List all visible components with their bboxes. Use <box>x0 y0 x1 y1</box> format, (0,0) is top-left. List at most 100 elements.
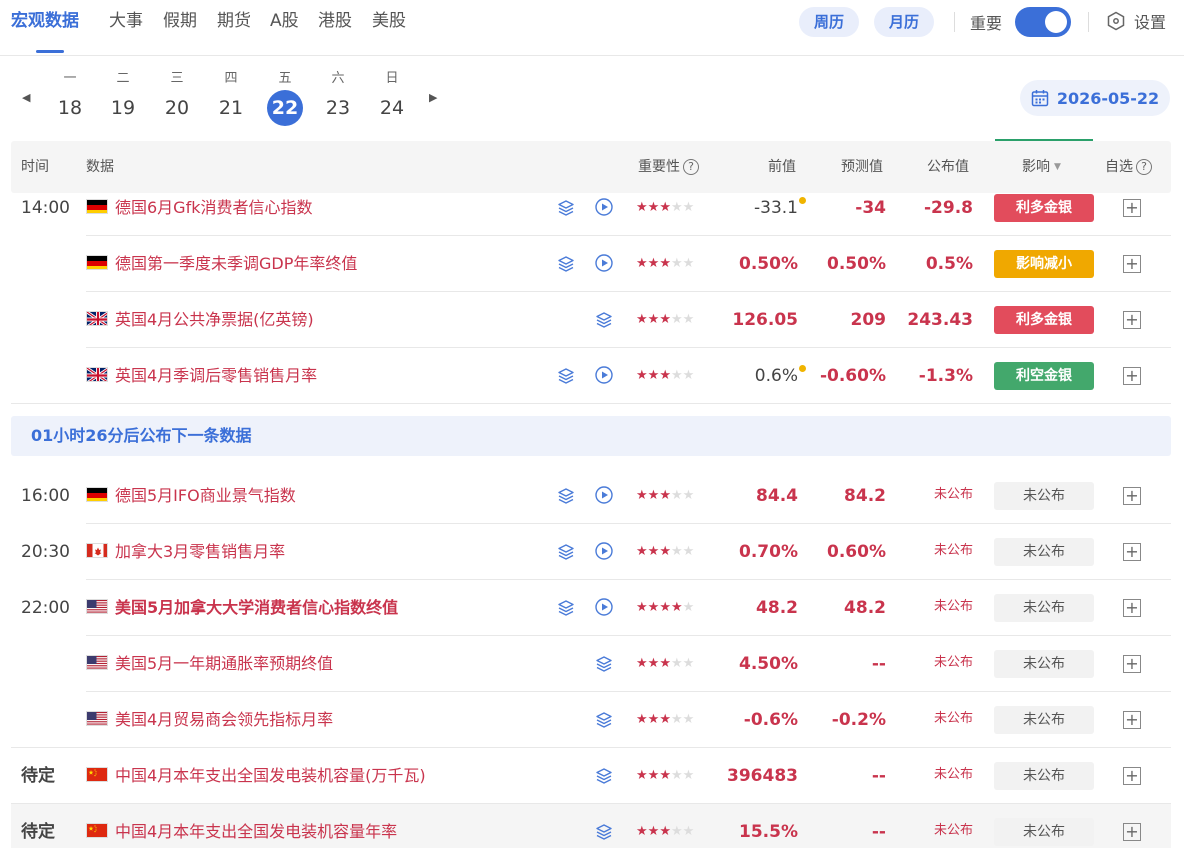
impact-badge: 影响减小 <box>994 250 1094 278</box>
previous-value: 48.2 <box>756 598 798 618</box>
indicator-name-link[interactable]: 美国5月一年期通胀率预期终值 <box>115 636 333 692</box>
play-icon[interactable] <box>594 485 614 505</box>
star-icon: ★ <box>682 712 695 727</box>
day-thu[interactable]: 四 21 <box>211 70 251 126</box>
indicator-name-link[interactable]: 加拿大3月零售销售月率 <box>115 524 285 580</box>
layers-icon[interactable] <box>556 542 576 562</box>
impact-badge: 利空金银 <box>994 362 1094 390</box>
play-icon[interactable] <box>594 253 614 273</box>
divider <box>954 12 955 32</box>
table-row[interactable]: 20:30 加拿大3月零售销售月率 ★★★★★ 0.70% 0.60% 未公布 未公布 + <box>11 524 1171 580</box>
help-icon[interactable]: ? <box>683 159 699 175</box>
indicator-name-link[interactable]: 英国4月季调后零售销售月率 <box>115 348 317 404</box>
importance-stars: ★★★★★ <box>636 348 694 404</box>
table-row[interactable]: 16:00 德国5月IFO商业景气指数 ★★★★★ 84.4 84.2 未公布 未公布 + <box>11 468 1171 524</box>
add-to-watchlist-button[interactable]: + <box>1123 199 1141 217</box>
next-week-arrow-icon[interactable]: ▶ <box>429 91 437 104</box>
indicator-name-link[interactable]: 美国5月加拿大大学消费者信心指数终值 <box>115 580 398 636</box>
layers-icon[interactable] <box>556 598 576 618</box>
add-to-watchlist-button[interactable]: + <box>1123 767 1141 785</box>
tab-macro-data[interactable]: 宏观数据 <box>11 10 79 32</box>
date-picker-button[interactable]: 2026-05-22 <box>1020 80 1170 116</box>
month-calendar-button[interactable]: 月历 <box>874 7 935 37</box>
add-to-watchlist-button[interactable]: + <box>1123 367 1141 385</box>
release-time: 14:00 <box>21 198 70 218</box>
play-icon[interactable] <box>594 541 614 561</box>
star-icon: ★ <box>682 368 695 383</box>
add-to-watchlist-button[interactable]: + <box>1123 543 1141 561</box>
actual-value: 未公布 <box>933 487 973 502</box>
importance-stars: ★★★★★ <box>636 236 694 292</box>
add-to-watchlist-button[interactable]: + <box>1123 255 1141 273</box>
indicator-name-link[interactable]: 美国4月贸易商会领先指标月率 <box>115 692 333 748</box>
release-time: 16:00 <box>21 486 70 506</box>
day-tue[interactable]: 二 19 <box>103 70 143 126</box>
table-row[interactable]: 英国4月公共净票据(亿英镑) ★★★★★ 126.05 209 243.43 利多金银 + <box>11 292 1171 348</box>
table-row[interactable]: 美国5月一年期通胀率预期终值 ★★★★★ 4.50% -- 未公布 未公布 + <box>11 636 1171 692</box>
release-time: 待定 <box>21 766 55 786</box>
add-to-watchlist-button[interactable]: + <box>1123 311 1141 329</box>
day-sat[interactable]: 六 23 <box>318 70 358 126</box>
layers-icon[interactable] <box>556 198 576 218</box>
important-toggle[interactable] <box>1015 7 1071 37</box>
tab-holidays[interactable]: 假期 <box>163 10 197 32</box>
table-row[interactable]: 22:00 美国5月加拿大大学消费者信心指数终值 ★★★★★ 48.2 48.2 未公布未… <box>11 580 1171 636</box>
add-to-watchlist-button[interactable]: + <box>1123 599 1141 617</box>
layers-icon[interactable] <box>594 822 614 842</box>
forecast-value: -34 <box>855 198 886 218</box>
star-icon: ★ <box>670 544 683 559</box>
star-icon: ★ <box>659 544 671 559</box>
layers-icon[interactable] <box>594 766 614 786</box>
layers-icon[interactable] <box>594 710 614 730</box>
indicator-name-link[interactable]: 德国6月Gfk消费者信心指数 <box>115 180 312 236</box>
indicator-name-link[interactable]: 中国4月本年支出全国发电装机容量(万千瓦) <box>115 748 426 804</box>
indicator-name-link[interactable]: 英国4月公共净票据(亿英镑) <box>115 292 314 348</box>
day-wed[interactable]: 三 20 <box>157 70 197 126</box>
tab-events[interactable]: 大事 <box>109 10 143 32</box>
layers-icon[interactable] <box>556 254 576 274</box>
layers-icon[interactable] <box>556 366 576 386</box>
layers-icon[interactable] <box>594 654 614 674</box>
day-sun[interactable]: 日 24 <box>372 70 412 126</box>
play-icon[interactable] <box>594 365 614 385</box>
layers-icon[interactable] <box>594 310 614 330</box>
table-row[interactable]: 14:00 德国6月Gfk消费者信心指数 ★★★★★ -33.1 -34 -29.8 利多金… <box>11 180 1171 236</box>
add-to-watchlist-button[interactable]: + <box>1123 823 1141 841</box>
previous-value: -0.6% <box>743 710 798 730</box>
week-calendar-button[interactable]: 周历 <box>799 7 860 37</box>
day-fri-selected[interactable]: 五 22 <box>265 70 305 126</box>
add-to-watchlist-button[interactable]: + <box>1123 655 1141 673</box>
help-icon[interactable]: ? <box>1136 159 1152 175</box>
top-nav: 宏观数据 大事 假期 期货 A股 港股 美股 周历 月历 重要 设置 <box>0 0 1184 56</box>
forecast-value: -0.60% <box>819 366 886 386</box>
prev-week-arrow-icon[interactable]: ◀ <box>22 91 30 104</box>
tab-us-stocks[interactable]: 美股 <box>372 10 406 32</box>
tab-hk-stocks[interactable]: 港股 <box>318 10 352 32</box>
table-row[interactable]: 待定 中国4月本年支出全国发电装机容量年率 ★★★★★ 15.5% -- 未公布 未公布 + <box>11 804 1171 848</box>
layers-icon[interactable] <box>556 486 576 506</box>
country-flag <box>86 487 108 502</box>
importance-stars: ★★★★★ <box>636 748 694 804</box>
flag-uk-icon <box>87 312 107 325</box>
actual-value: 0.5% <box>925 254 973 274</box>
table-row[interactable]: 德国第一季度未季调GDP年率终值 ★★★★★ 0.50% 0.50% 0.5% 影响减小 + <box>11 236 1171 292</box>
indicator-name-link[interactable]: 德国第一季度未季调GDP年率终值 <box>115 236 357 292</box>
add-to-watchlist-button[interactable]: + <box>1123 487 1141 505</box>
star-icon: ★ <box>647 768 660 783</box>
table-row[interactable]: 待定 中国4月本年支出全国发电装机容量(万千瓦) ★★★★★ 396483 -- 未公布未… <box>11 748 1171 804</box>
table-row[interactable]: 美国4月贸易商会领先指标月率 ★★★★★ -0.6% -0.2% 未公布 未公布 + <box>11 692 1171 748</box>
indicator-name-link[interactable]: 中国4月本年支出全国发电装机容量年率 <box>115 804 397 848</box>
forecast-value: 48.2 <box>844 598 886 618</box>
tab-a-shares[interactable]: A股 <box>270 10 299 32</box>
table-row[interactable]: 英国4月季调后零售销售月率 ★★★★★ 0.6% -0.60% -1.3% 利空金银 + <box>11 348 1171 404</box>
play-icon[interactable] <box>594 197 614 217</box>
settings-button[interactable]: 设置 <box>1106 9 1166 33</box>
star-icon: ★ <box>636 712 648 727</box>
star-icon: ★ <box>659 824 671 839</box>
play-icon[interactable] <box>594 597 614 617</box>
add-to-watchlist-button[interactable]: + <box>1123 711 1141 729</box>
day-mon[interactable]: 一 18 <box>50 70 90 126</box>
star-icon: ★ <box>659 488 671 503</box>
indicator-name-link[interactable]: 德国5月IFO商业景气指数 <box>115 468 296 524</box>
tab-futures[interactable]: 期货 <box>217 10 251 32</box>
